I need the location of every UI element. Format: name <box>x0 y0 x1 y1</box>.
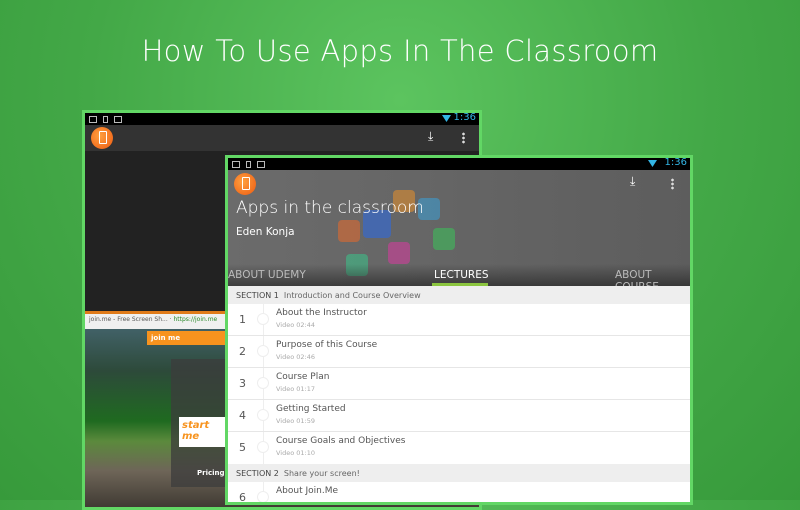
browser-tab: join.me - Free Screen Sh... <box>89 316 168 323</box>
lecture-meta: Video 01:59 <box>276 417 316 425</box>
tab-about-course[interactable]: ABOUT COURSE <box>615 269 690 286</box>
progress-circle-icon <box>257 313 269 325</box>
wifi-icon <box>648 160 657 167</box>
browser-url: https://join.me <box>173 316 218 323</box>
section-header: SECTION 1 Introduction and Course Overvie… <box>228 286 690 304</box>
front-tablet-screenshot: 1:36 ⤓ Apps in the classroom Eden Konja … <box>225 155 693 505</box>
progress-circle-icon <box>257 409 269 421</box>
headline: How To Use Apps In The Classroom <box>141 34 659 68</box>
lecture-row[interactable]: 5 Course Goals and Objectives Video 01:10 <box>228 432 690 464</box>
lecture-number: 1 <box>239 313 246 326</box>
lecture-meta: Video 01:17 <box>276 385 316 393</box>
udemy-logo[interactable] <box>234 173 256 195</box>
section-header: SECTION 2 Share your screen! <box>228 464 690 482</box>
app-tile-image <box>388 242 410 264</box>
lecture-number: 6 <box>239 491 246 504</box>
image-icon <box>89 115 97 123</box>
pricing-link[interactable]: Pricing <box>197 469 225 477</box>
course-header: ⤓ Apps in the classroom Eden Konja ABOUT… <box>228 170 690 286</box>
tab-bar: ABOUT UDEMY LECTURES ABOUT COURSE <box>228 264 690 286</box>
start-meeting-box: start me <box>179 417 229 447</box>
android-icon <box>114 115 122 123</box>
download-icon[interactable]: ⤓ <box>630 174 635 189</box>
download-notification-icon <box>246 160 251 168</box>
lecture-number: 3 <box>239 377 246 390</box>
lecture-row[interactable]: 6 About Join.Me <box>228 482 690 504</box>
download-icon[interactable]: ⤓ <box>428 129 433 144</box>
active-tab-indicator <box>432 283 488 286</box>
tab-lectures[interactable]: LECTURES <box>434 269 489 281</box>
lecture-row[interactable]: 1 About the Instructor Video 02:44 <box>228 304 690 336</box>
android-icon <box>257 160 265 168</box>
progress-circle-icon <box>257 377 269 389</box>
lecture-row[interactable]: 3 Course Plan Video 01:17 <box>228 368 690 400</box>
lecture-meta: Video 02:46 <box>276 353 316 361</box>
lecture-number: 2 <box>239 345 246 358</box>
course-author: Eden Konja <box>236 226 295 238</box>
app-tile-image <box>338 220 360 242</box>
section-label: SECTION 2 <box>236 469 279 478</box>
lecture-row[interactable]: 2 Purpose of this Course Video 02:46 <box>228 336 690 368</box>
tab-about-udemy[interactable]: ABOUT UDEMY <box>228 269 306 281</box>
status-time: 1:36 <box>664 157 687 168</box>
udemy-logo[interactable] <box>91 127 113 149</box>
image-icon <box>232 160 240 168</box>
progress-circle-icon <box>257 491 269 502</box>
lecture-title: Course Goals and Objectives <box>276 436 406 446</box>
more-icon[interactable] <box>462 132 465 144</box>
lecture-title: About Join.Me <box>276 486 338 496</box>
lecture-number: 5 <box>239 441 246 454</box>
lecture-title: Purpose of this Course <box>276 340 378 350</box>
status-time: 1:36 <box>453 112 476 123</box>
section-title: Share your screen! <box>283 469 360 478</box>
lecture-number: 4 <box>239 409 246 422</box>
lecture-meta: Video 02:44 <box>276 321 316 329</box>
action-bar: ⤓ <box>85 125 479 151</box>
section-title: Introduction and Course Overview <box>283 291 421 300</box>
lecture-title: Course Plan <box>276 372 330 382</box>
joinme-brand: join me <box>147 331 237 345</box>
progress-circle-icon <box>257 441 269 453</box>
course-title: Apps in the classroom <box>236 198 424 218</box>
download-notification-icon <box>103 115 108 123</box>
lecture-meta: Video 01:10 <box>276 449 316 457</box>
section-label: SECTION 1 <box>236 291 279 300</box>
lecture-title: About the Instructor <box>276 308 367 318</box>
status-bar: 1:36 <box>228 158 690 170</box>
status-bar: 1:36 <box>85 113 479 125</box>
lecture-row[interactable]: 4 Getting Started Video 01:59 <box>228 400 690 432</box>
app-tile-image <box>433 228 455 250</box>
progress-circle-icon <box>257 345 269 357</box>
lecture-title: Getting Started <box>276 404 346 414</box>
more-icon[interactable] <box>671 178 674 190</box>
wifi-icon <box>442 115 451 122</box>
